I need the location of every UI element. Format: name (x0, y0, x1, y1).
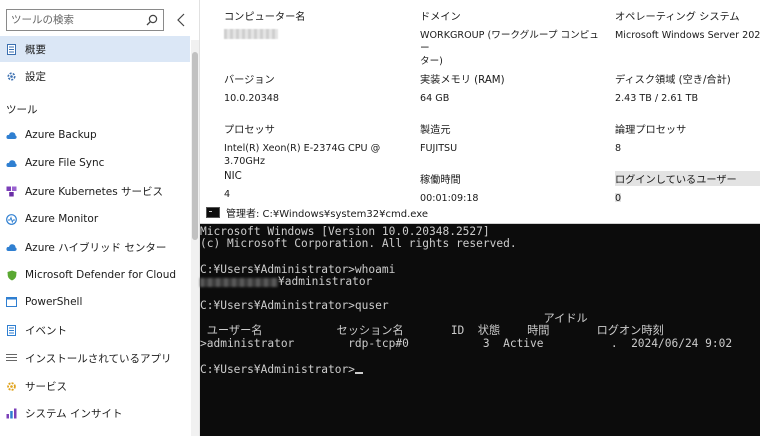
info-value: 2.43 TB / 2.61 TB (615, 93, 699, 104)
cmd-icon (206, 207, 220, 218)
sidebar-item-label: 概要 (25, 43, 46, 56)
info-uptime: 稼働時間 00:01:09:18 (420, 171, 600, 205)
info-label: 実装メモリ (RAM) (420, 75, 505, 86)
info-label: オペレーティング システム (615, 12, 740, 23)
info-value: Intel(R) Xeon(R) E-2374G CPU @ 3.70GHz (224, 143, 381, 167)
info-value: 8 (615, 143, 622, 154)
info-label: 論理プロセッサ (615, 125, 687, 136)
sidebar-item-label: Azure ハイブリッド センター (25, 241, 167, 254)
sidebar-item-azure-hybrid-center[interactable]: Azure ハイブリッド センター (0, 234, 190, 260)
info-disk: ディスク領域 (空き/合計) 2.43 TB / 2.61 TB (615, 71, 760, 105)
sidebar-item-label: Azure Kubernetes サービス (25, 185, 164, 198)
sidebar-item-label: イベント (25, 324, 67, 337)
info-os: オペレーティング システム Microsoft Windows Server 2… (615, 8, 760, 42)
console-prompt: C:¥Users¥Administrator> (200, 363, 355, 376)
insights-icon (6, 408, 17, 419)
console-line: (c) Microsoft Corporation. All rights re… (200, 237, 517, 250)
console-line: >administrator rdp-tcp#0 3 Active . 2024… (200, 337, 733, 350)
sidebar-item-label: インストールされているアプリ (25, 352, 172, 365)
info-manufacturer: 製造元 FUJITSU (420, 121, 600, 155)
info-label: ディスク領域 (空き/合計) (615, 75, 731, 86)
defender-icon (6, 270, 17, 281)
search-box[interactable] (6, 9, 164, 31)
sidebar-item-label: PowerShell (25, 296, 83, 308)
sidebar-item-settings[interactable]: 設定 (0, 63, 190, 89)
gear-icon (6, 71, 17, 82)
sidebar-item-services[interactable]: サービス (0, 373, 190, 399)
powershell-icon (6, 297, 17, 308)
search-icon[interactable] (145, 13, 159, 27)
sidebar-item-overview[interactable]: 概要 (0, 36, 190, 62)
tools-section-label: ツール (6, 104, 38, 116)
console-line: C:¥Users¥Administrator>quser (200, 299, 389, 312)
text-cursor (354, 372, 363, 374)
console-output[interactable]: Microsoft Windows [Version 10.0.20348.25… (200, 224, 760, 436)
event-icon (6, 324, 17, 336)
sidebar-item-label: Microsoft Defender for Cloud (25, 269, 177, 281)
info-label: コンピューター名 (224, 12, 306, 23)
sidebar-item-azure-backup[interactable]: Azure Backup (0, 122, 190, 148)
info-label: バージョン (224, 75, 275, 86)
info-value-redacted (224, 29, 404, 43)
monitor-icon (6, 213, 17, 225)
sidebar-item-label: Azure Backup (25, 129, 97, 141)
info-label: 製造元 (420, 125, 451, 136)
sidebar-item-events[interactable]: イベント (0, 317, 190, 343)
info-value: 10.0.20348 (224, 93, 279, 104)
info-nic: NIC 4 (224, 171, 404, 201)
console-line: ¥administrator (200, 276, 372, 288)
kubernetes-icon (6, 186, 17, 197)
info-label: プロセッサ (224, 125, 275, 136)
info-version: バージョン 10.0.20348 (224, 71, 404, 105)
cmd-titlebar[interactable]: 管理者: C:¥Windows¥system32¥cmd.exe (200, 202, 760, 224)
sidebar-scrollbar[interactable] (191, 40, 199, 436)
info-label: ドメイン (420, 12, 461, 23)
info-logical-processors: 論理プロセッサ 8 (615, 121, 760, 155)
hybrid-center-icon (6, 242, 17, 253)
info-domain: ドメイン WORKGROUP (ワークグループ コンピュー ター) (420, 8, 600, 68)
sidebar-item-defender[interactable]: Microsoft Defender for Cloud (0, 262, 190, 288)
console-line: C:¥Users¥Administrator> (200, 364, 363, 376)
info-value-cont: ター) (420, 56, 443, 67)
sidebar-item-label: Azure File Sync (25, 157, 105, 169)
azure-file-sync-icon (6, 158, 17, 169)
info-label: NIC (224, 171, 242, 182)
search-input[interactable] (11, 12, 141, 28)
console-line: ユーザー名 セッション名 ID 状態 時間 ログオン時刻 (200, 324, 664, 337)
info-value: 4 (224, 189, 231, 200)
info-logged-in-users: ログインしているユーザー 0 (615, 171, 760, 205)
info-value: WORKGROUP (ワークグループ コンピュー (420, 30, 599, 54)
sidebar-item-installed-apps[interactable]: インストールされているアプリ (0, 345, 190, 371)
azure-backup-icon (6, 130, 17, 141)
info-value: Microsoft Windows Server 2022 Star (615, 30, 760, 41)
sidebar-item-label: 設定 (25, 70, 46, 83)
info-label: 稼働時間 (420, 175, 461, 186)
info-memory: 実装メモリ (RAM) 64 GB (420, 71, 600, 105)
info-processor: プロセッサ Intel(R) Xeon(R) E-2374G CPU @ 3.7… (224, 121, 414, 168)
info-computer-name: コンピューター名 (224, 8, 404, 43)
sidebar-item-system-insights[interactable]: システム インサイト (0, 400, 190, 426)
scroll-thumb[interactable] (192, 52, 198, 240)
overview-icon (6, 43, 17, 55)
cmd-window[interactable]: 管理者: C:¥Windows¥system32¥cmd.exe Microso… (200, 202, 760, 436)
sidebar-item-azure-file-sync[interactable]: Azure File Sync (0, 150, 190, 176)
apps-icon (6, 353, 17, 364)
sidebar-item-powershell[interactable]: PowerShell (0, 289, 190, 315)
services-icon (6, 381, 17, 392)
sidebar-item-azure-monitor[interactable]: Azure Monitor (0, 206, 190, 232)
sidebar: 概要 設定 ツール Azure Backup Azure File Sync A… (0, 0, 200, 436)
console-text: ¥administrator (278, 275, 373, 288)
sidebar-item-label: サービス (25, 380, 67, 393)
chevron-left-icon[interactable] (175, 12, 189, 28)
sidebar-item-label: Azure Monitor (25, 213, 99, 225)
info-value: FUJITSU (420, 143, 458, 154)
info-label: ログインしているユーザー (615, 171, 760, 186)
info-value: 64 GB (420, 93, 450, 104)
cmd-title: 管理者: C:¥Windows¥system32¥cmd.exe (226, 209, 429, 220)
search-row (0, 0, 200, 40)
redacted-hostname (200, 277, 278, 287)
sidebar-item-azure-kubernetes[interactable]: Azure Kubernetes サービス (0, 178, 190, 204)
sidebar-item-label: システム インサイト (25, 407, 123, 420)
